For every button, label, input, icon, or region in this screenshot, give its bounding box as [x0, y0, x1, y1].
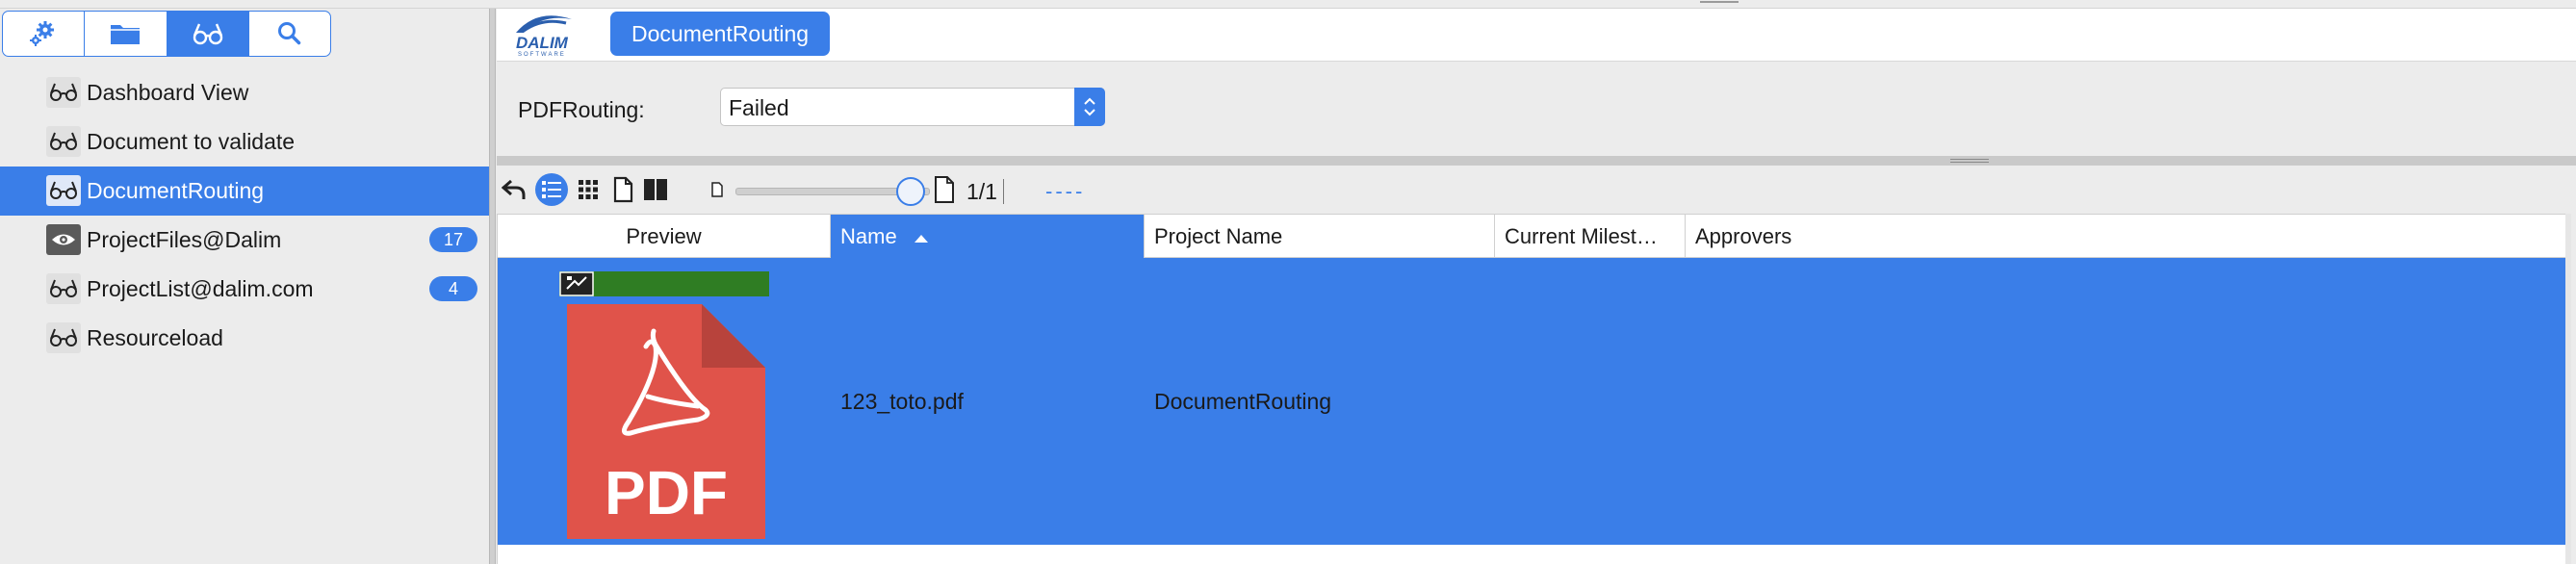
- sidebar-item-dashboard-view[interactable]: Dashboard View: [0, 68, 489, 117]
- back-arrow-icon[interactable]: [499, 173, 531, 206]
- list-view-icon[interactable]: [535, 173, 568, 206]
- column-header-approvers[interactable]: Approvers: [1686, 215, 2571, 259]
- chevron-updown-icon[interactable]: [1074, 88, 1105, 126]
- sidebar-item-document-to-validate[interactable]: Document to validate: [0, 117, 489, 167]
- filter-splitter[interactable]: [497, 156, 2576, 166]
- current-milestone-cell: [1495, 258, 1686, 545]
- table-header: Preview Name Project Name Current Milest…: [498, 214, 2571, 259]
- pdfrouting-label: PDFRouting:: [518, 97, 645, 122]
- sidebar-item-label: Document to validate: [87, 129, 296, 154]
- top-resize-grip[interactable]: [1700, 1, 1739, 3]
- count-badge: 17: [429, 227, 477, 252]
- search-icon: [277, 22, 301, 45]
- eye-icon: [46, 224, 81, 255]
- sidebar-item-label: Resourceload: [87, 325, 223, 350]
- main-panel: DALIM SOFTWARE DocumentRouting PDFRoutin…: [497, 9, 2576, 564]
- table-row[interactable]: PDF 123_toto.pdf DocumentRouting: [498, 258, 2571, 545]
- sidebar-item-label: ProjectList@dalim.com: [87, 276, 314, 301]
- pdf-thumb-label: PDF: [605, 458, 728, 527]
- approvers-cell: [1686, 258, 2571, 545]
- sidebar-item-label: ProjectFiles@Dalim: [87, 227, 282, 252]
- mode-views-button[interactable]: [167, 12, 249, 56]
- sidebar-nav: Dashboard View Document to validate Docu…: [0, 68, 489, 363]
- column-header-preview[interactable]: Preview: [498, 215, 831, 259]
- pdfrouting-select[interactable]: Failed: [720, 88, 1105, 126]
- glasses-icon: [46, 77, 81, 108]
- column-header-project-name[interactable]: Project Name: [1145, 215, 1495, 259]
- table-scrollbar[interactable]: [2565, 214, 2571, 564]
- project-name-cell: DocumentRouting: [1154, 388, 1332, 414]
- sidebar-item-projectfiles[interactable]: ProjectFiles@Dalim 17: [0, 216, 489, 265]
- two-page-icon[interactable]: [639, 173, 672, 206]
- sidebar-item-label: DocumentRouting: [87, 178, 265, 203]
- view-toolbar: 1/1 ----: [497, 166, 2576, 214]
- sidebar-item-label: Dashboard View: [87, 80, 249, 105]
- single-page-icon[interactable]: [606, 173, 639, 206]
- glasses-icon: [193, 23, 222, 45]
- preview-cell[interactable]: PDF: [498, 258, 831, 545]
- sidebar-splitter[interactable]: [489, 9, 496, 564]
- sort-ascending-icon: [913, 216, 930, 259]
- sidebar-item-resourceload[interactable]: Resourceload: [0, 314, 489, 363]
- status-placeholder: ----: [1045, 179, 1086, 203]
- sidebar: Dashboard View Document to validate Docu…: [0, 9, 489, 564]
- gear-icon: [30, 21, 55, 46]
- tab-documentrouting[interactable]: DocumentRouting: [610, 12, 831, 56]
- name-cell: 123_toto.pdf: [840, 388, 964, 414]
- zoom-slider-handle[interactable]: [895, 177, 925, 206]
- filter-bar: PDFRouting: Failed: [497, 62, 2576, 156]
- column-header-label: Name: [840, 224, 897, 248]
- window-top-edge: [0, 0, 2576, 9]
- grid-view-icon[interactable]: [572, 173, 605, 206]
- mode-settings-button[interactable]: [3, 12, 86, 56]
- sidebar-item-projectlist[interactable]: ProjectList@dalim.com 4: [0, 265, 489, 314]
- glasses-icon: [46, 126, 81, 157]
- folder-icon: [111, 25, 141, 44]
- large-page-icon: [928, 173, 961, 206]
- page-count: 1/1: [966, 179, 997, 204]
- svg-text:SOFTWARE: SOFTWARE: [518, 52, 566, 58]
- count-badge: 4: [429, 276, 477, 301]
- glasses-icon: [46, 273, 81, 304]
- splitter-grip[interactable]: [1950, 159, 1989, 163]
- column-header-current-milestone[interactable]: Current Milest…: [1495, 215, 1686, 259]
- sidebar-mode-switcher: [2, 11, 331, 57]
- pdf-file-thumbnail: PDF: [559, 271, 769, 539]
- document-table: Preview Name Project Name Current Milest…: [497, 214, 2571, 564]
- pdfrouting-selected-value: Failed: [729, 95, 789, 120]
- mode-folder-button[interactable]: [85, 12, 167, 56]
- toolbar-divider: [1003, 179, 1004, 204]
- dalim-logo: DALIM SOFTWARE: [516, 15, 572, 58]
- sidebar-item-documentrouting[interactable]: DocumentRouting: [0, 167, 489, 216]
- glasses-icon: [46, 322, 81, 353]
- column-header-name[interactable]: Name: [831, 215, 1145, 259]
- header-bar: DALIM SOFTWARE DocumentRouting: [497, 9, 2576, 62]
- glasses-icon: [46, 175, 81, 206]
- mode-search-button[interactable]: [249, 12, 330, 56]
- svg-text:DALIM: DALIM: [516, 34, 569, 52]
- small-page-icon: [701, 173, 734, 206]
